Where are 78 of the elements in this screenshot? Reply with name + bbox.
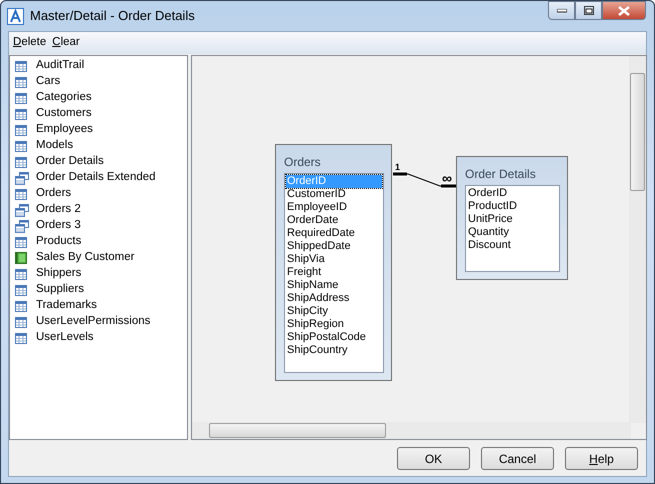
sidebar-item[interactable]: AuditTrail <box>36 57 84 75</box>
sidebar-item[interactable]: Customers <box>36 105 92 123</box>
maximize-button[interactable] <box>575 1 602 20</box>
table-icon <box>15 124 27 136</box>
book-icon <box>15 252 27 264</box>
sidebar-item[interactable]: Employees <box>36 121 93 139</box>
field-item[interactable]: ShipAddress <box>286 292 382 305</box>
field-item[interactable]: ShipPostalCode <box>286 331 382 344</box>
field-item[interactable]: OrderID <box>467 187 558 200</box>
close-button[interactable] <box>602 1 646 20</box>
sidebar-item[interactable]: Products <box>36 233 82 251</box>
field-list[interactable]: OrderID CustomerID EmployeeID OrderDate RequiredDate ShippedDate ShipVia Freight ShipName ShipAddress ShipCity ShipRegion ShipPostalCode ShipCountry <box>284 173 384 373</box>
sidebar-item[interactable]: Suppliers <box>36 281 84 299</box>
field-item[interactable]: ShipCity <box>286 305 382 318</box>
field-item[interactable]: ProductID <box>467 200 558 213</box>
app-icon <box>7 8 24 24</box>
table-icon <box>15 268 27 280</box>
close-icon <box>618 6 630 16</box>
field-item[interactable]: RequiredDate <box>286 227 382 240</box>
field-item[interactable]: Freight <box>286 266 382 279</box>
sidebar-item[interactable]: Cars <box>36 73 60 91</box>
dialog-button[interactable]: Help <box>565 447 638 470</box>
minimize-button[interactable] <box>548 1 575 20</box>
cardinality-label: 1 <box>395 162 400 172</box>
table-icon <box>15 108 27 120</box>
table-box[interactable]: Orders OrderID CustomerID EmployeeID OrderDate RequiredDate ShippedDate ShipVia Freight ShipName ShipAddress ShipCity ShipRegion ShipPostalCode ShipCountry <box>275 144 392 381</box>
sidebar-item[interactable]: Orders <box>36 185 72 203</box>
table-title: Order Details <box>465 166 537 183</box>
table-icon <box>15 60 27 72</box>
table-icon <box>15 76 27 88</box>
vertical-scrollbar[interactable] <box>629 56 646 423</box>
stacked-tables-icon <box>15 220 29 232</box>
sidebar-item[interactable]: Orders 2 <box>36 201 81 219</box>
sidebar-item[interactable]: Categories <box>36 89 92 107</box>
menu-item[interactable]: Clear <box>51 32 81 54</box>
table-title: Orders <box>284 154 322 171</box>
field-item[interactable]: ShippedDate <box>286 240 382 253</box>
sidebar-item[interactable]: Sales By Customer <box>36 249 134 267</box>
sidebar-item[interactable]: Order Details <box>36 153 104 171</box>
many-label: ∞ <box>442 170 452 186</box>
table-icon <box>15 156 27 168</box>
field-item[interactable]: Discount <box>467 239 558 252</box>
table-icon <box>15 332 27 344</box>
minimize-icon <box>556 8 566 12</box>
field-item[interactable]: CustomerID <box>286 188 382 201</box>
table-icon <box>15 316 27 328</box>
field-item[interactable]: EmployeeID <box>286 201 382 214</box>
stacked-tables-icon <box>15 204 29 216</box>
table-icon <box>15 236 27 248</box>
field-item[interactable]: ShipCountry <box>286 344 382 357</box>
field-item[interactable]: ShipRegion <box>286 318 382 331</box>
field-item[interactable]: UnitPrice <box>467 213 558 226</box>
field-item[interactable]: Quantity <box>467 226 558 239</box>
sidebar-item[interactable]: Orders 3 <box>36 217 81 235</box>
table-box[interactable]: Order Details OrderID ProductID UnitPrice Quantity Discount <box>456 156 568 280</box>
dialog-button[interactable]: Cancel <box>481 447 554 470</box>
sidebar-item[interactable]: UserLevelPermissions <box>36 313 150 331</box>
restore-icon <box>584 6 594 15</box>
menu-item[interactable]: Delete <box>12 32 48 54</box>
table-icon <box>15 300 27 312</box>
sidebar-item[interactable]: Models <box>36 137 74 155</box>
stacked-tables-icon <box>15 172 29 184</box>
field-item[interactable]: ShipName <box>286 279 382 292</box>
sidebar-item[interactable]: Shippers <box>36 265 82 283</box>
sidebar-item[interactable]: Order Details Extended <box>36 169 156 187</box>
field-item[interactable]: OrderDate <box>286 214 382 227</box>
table-icon <box>15 284 27 296</box>
sidebar-item[interactable]: Trademarks <box>36 297 97 315</box>
table-icon <box>15 92 27 104</box>
window-title: Master/Detail - Order Details <box>30 7 195 26</box>
field-item[interactable]: ShipVia <box>286 253 382 266</box>
sidebar-item[interactable]: UserLevels <box>36 329 94 347</box>
table-icon <box>15 140 27 152</box>
relationship-line <box>392 172 456 188</box>
dialog-button[interactable]: OK <box>397 447 470 470</box>
table-icon <box>15 188 27 200</box>
horizontal-scrollbar[interactable] <box>192 422 631 439</box>
field-list[interactable]: OrderID ProductID UnitPrice Quantity Discount <box>465 185 560 272</box>
